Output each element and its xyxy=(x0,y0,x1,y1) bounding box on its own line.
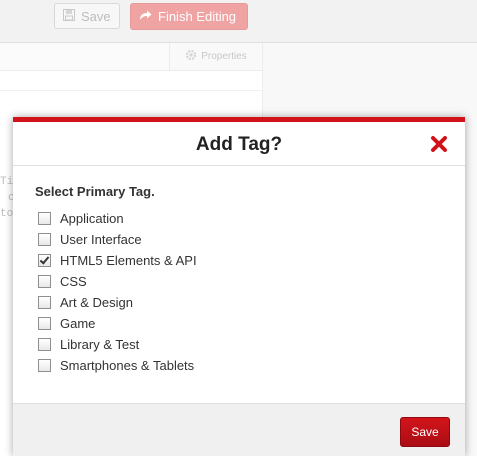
add-tag-dialog: Add Tag? Select Primary Tag. Application… xyxy=(13,117,465,456)
tag-checkbox[interactable] xyxy=(38,296,51,309)
tag-option[interactable]: Library & Test xyxy=(38,334,197,355)
dialog-header: Add Tag? xyxy=(13,122,465,166)
tag-label: HTML5 Elements & API xyxy=(60,253,197,268)
tag-option[interactable]: Smartphones & Tablets xyxy=(38,355,197,376)
save-button-label: Save xyxy=(81,8,111,24)
close-x-icon[interactable] xyxy=(430,135,448,153)
tag-label: Library & Test xyxy=(60,337,140,352)
tag-label: Application xyxy=(60,211,124,226)
floppy-disk-icon xyxy=(63,8,75,24)
tag-checkbox[interactable] xyxy=(38,359,51,372)
tag-checkbox[interactable] xyxy=(38,254,51,267)
tag-label: Smartphones & Tablets xyxy=(60,358,195,373)
finish-editing-button[interactable]: Finish Editing xyxy=(130,3,248,30)
tag-checkbox[interactable] xyxy=(38,317,51,330)
section-label: Select Primary Tag. xyxy=(35,184,155,199)
dialog-save-button[interactable]: Save xyxy=(400,417,450,447)
tag-checkbox[interactable] xyxy=(38,338,51,351)
finish-editing-label: Finish Editing xyxy=(158,9,237,24)
tag-label: Game xyxy=(60,316,96,331)
tag-checkbox[interactable] xyxy=(38,212,51,225)
tag-option[interactable]: User Interface xyxy=(38,229,197,250)
tag-option[interactable]: Game xyxy=(38,313,197,334)
dialog-footer: Save xyxy=(13,403,465,456)
tag-option[interactable]: HTML5 Elements & API xyxy=(38,250,197,271)
redo-arrow-icon xyxy=(139,9,152,24)
tag-label: CSS xyxy=(60,274,87,289)
top-toolbar: Save Finish Editing xyxy=(0,0,477,43)
tag-label: Art & Design xyxy=(60,295,133,310)
tag-checkbox[interactable] xyxy=(38,275,51,288)
tag-option[interactable]: Art & Design xyxy=(38,292,197,313)
tag-checkbox[interactable] xyxy=(38,233,51,246)
tag-option[interactable]: Application xyxy=(38,208,197,229)
tag-label: User Interface xyxy=(60,232,142,247)
dialog-body: Select Primary Tag. Application User Inte… xyxy=(13,166,465,403)
save-button[interactable]: Save xyxy=(54,3,120,29)
dialog-title: Add Tag? xyxy=(195,134,283,155)
tag-option[interactable]: CSS xyxy=(38,271,197,292)
tag-list: Application User Interface HTML5 Elements … xyxy=(38,208,197,376)
